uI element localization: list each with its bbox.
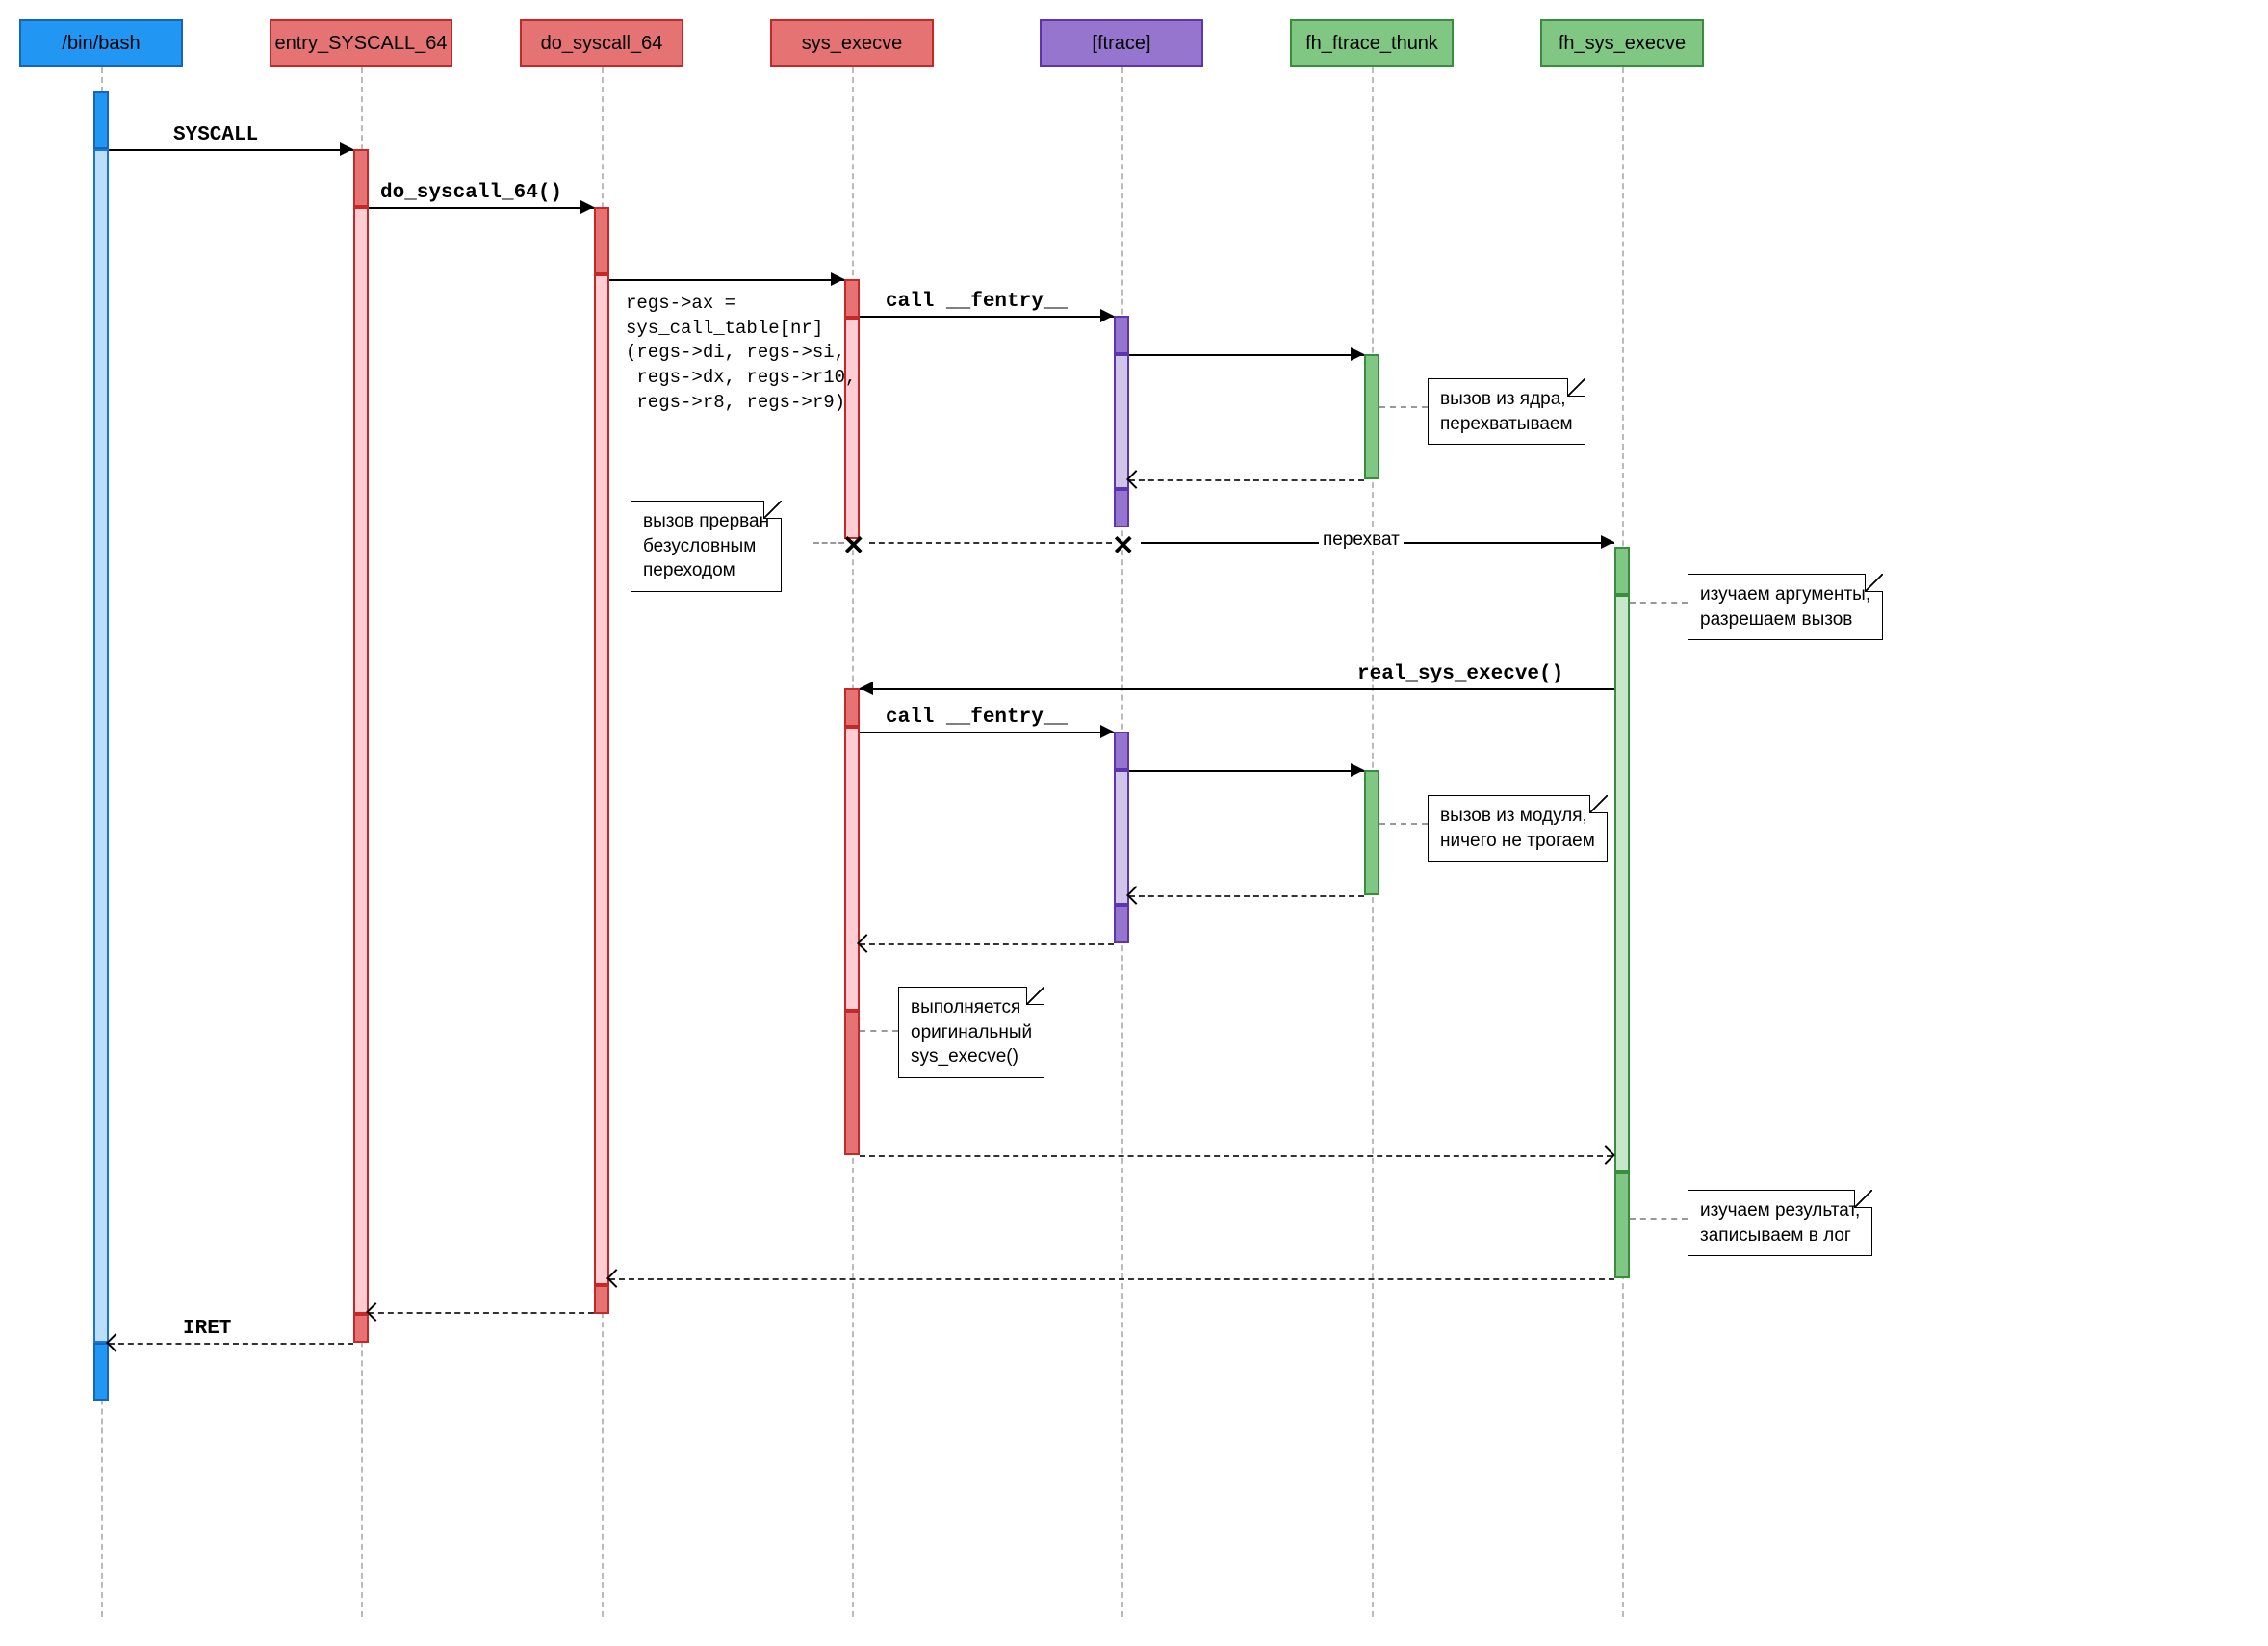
msg-fentry2-label: call __fentry__: [886, 707, 1068, 729]
msg-ftrace-thunk2-arrow: [1351, 763, 1364, 777]
msg-dosys-entry-ret-line: [369, 1312, 594, 1314]
participant-fh-sys-label: fh_sys_execve: [1559, 33, 1686, 55]
activation-entry-top: [353, 149, 369, 207]
participant-fh-thunk-label: fh_ftrace_thunk: [1305, 33, 1438, 55]
msg-iret-label: IRET: [183, 1318, 231, 1340]
msg-thunk-ftrace2-arrow: [1126, 886, 1146, 905]
activation-bash-bottom: [93, 1343, 109, 1401]
x-mark-sys-execve: ✕: [842, 529, 864, 561]
msg-fentry1-line: [860, 316, 1114, 318]
participant-ftrace: [ftrace]: [1040, 19, 1203, 67]
msg-fentry1-arrow: [1100, 309, 1114, 322]
msg-realsys-label: real_sys_execve(): [1357, 663, 1563, 685]
activation-dosys-top: [594, 207, 609, 274]
msg-dosyscall-label: do_syscall_64(): [380, 182, 562, 204]
msg-dosys-entry-ret-arrow: [366, 1302, 385, 1322]
note-inspect-args: изучаем аргументы, разрешаем вызов: [1688, 574, 1883, 640]
participant-bash: /bin/bash: [19, 19, 183, 67]
note4-connector: [1379, 823, 1428, 825]
msg-syscall-arrow: [340, 142, 353, 156]
msg-ftrace-thunk1-arrow: [1351, 347, 1364, 361]
activation-sysexecve-2-bottom: [844, 1011, 860, 1155]
participant-ftrace-label: [ftrace]: [1092, 33, 1150, 55]
activation-fhsys-top: [1614, 547, 1630, 595]
msg-sysexecve-fhsys-ret-line: [860, 1155, 1612, 1157]
activation-thunk-2: [1364, 770, 1379, 895]
activation-ftrace-1-body: [1114, 354, 1129, 489]
msg-x-x-line: [869, 542, 1112, 544]
msg-fentry2-arrow: [1100, 725, 1114, 738]
activation-thunk-1: [1364, 354, 1379, 479]
msg-ftrace-thunk1-line: [1129, 354, 1364, 356]
participant-sys-execve: sys_execve: [770, 19, 934, 67]
x-mark-ftrace: ✕: [1112, 529, 1134, 561]
activation-ftrace-2-top: [1114, 732, 1129, 770]
activation-sysexecve-2-body: [844, 727, 860, 1011]
msg-fhsys-dosys-ret-line: [609, 1278, 1614, 1280]
sequence-diagram: /bin/bash entry_SYSCALL_64 do_syscall_64…: [19, 19, 2249, 1627]
activation-ftrace-2-bottom: [1114, 905, 1129, 943]
note5-connector: [860, 1030, 898, 1032]
msg-syscall-line: [109, 149, 353, 151]
msg-sysexecve-fhsys-ret-arrow: [1596, 1145, 1615, 1165]
msg-regs-line: [609, 279, 844, 281]
participant-fh-ftrace-thunk: fh_ftrace_thunk: [1290, 19, 1454, 67]
activation-bash-body: [93, 149, 109, 1343]
msg-realsys-line: [860, 688, 1614, 690]
note3-connector: [1630, 602, 1688, 604]
note1-connector: [1379, 406, 1428, 408]
msg-ftrace-sysexecve-ret-line: [860, 943, 1114, 945]
msg-fentry1-label: call __fentry__: [886, 291, 1068, 313]
activation-ftrace-1-bottom: [1114, 489, 1129, 527]
participant-do-syscall: do_syscall_64: [520, 19, 683, 67]
note-inspect-result: изучаем результат, записываем в лог: [1688, 1190, 1872, 1256]
msg-realsys-arrow: [860, 682, 873, 695]
msg-iret-arrow: [106, 1333, 125, 1352]
activation-ftrace-2-body: [1114, 770, 1129, 905]
msg-syscall-label: SYSCALL: [173, 124, 258, 146]
note-module-call: вызов из модуля, ничего не трогаем: [1428, 795, 1608, 862]
msg-ftrace-sysexecve-ret-arrow: [857, 934, 876, 953]
note-call-interrupted: вызов прерван безусловным переходом: [631, 501, 782, 592]
msg-ftrace-thunk2-line: [1129, 770, 1364, 772]
activation-sysexecve-2-top: [844, 688, 860, 727]
msg-fentry2-line: [860, 732, 1114, 733]
activation-bash-top: [93, 91, 109, 149]
msg-perehvat-label: перехват: [1319, 529, 1404, 551]
msg-regs-label: regs->ax = sys_call_table[nr] (regs->di,…: [626, 292, 856, 415]
activation-fhsys-bottom: [1614, 1172, 1630, 1278]
participant-entry-syscall: entry_SYSCALL_64: [270, 19, 452, 67]
participant-fh-sys-execve: fh_sys_execve: [1540, 19, 1704, 67]
activation-ftrace-1-top: [1114, 316, 1129, 354]
msg-fhsys-dosys-ret-arrow: [606, 1269, 626, 1288]
activation-dosys-body: [594, 274, 609, 1285]
activation-fhsys-body: [1614, 595, 1630, 1172]
activation-entry-body: [353, 207, 369, 1314]
participant-do-syscall-label: do_syscall_64: [541, 33, 663, 55]
msg-thunk-ftrace1-line: [1129, 479, 1364, 481]
msg-regs-arrow: [831, 272, 844, 286]
msg-thunk-ftrace2-line: [1129, 895, 1364, 897]
activation-dosys-bottom: [594, 1285, 609, 1314]
msg-dosyscall-line: [369, 207, 594, 209]
note-kernel-call: вызов из ядра, перехватываем: [1428, 378, 1585, 445]
participant-entry-label: entry_SYSCALL_64: [274, 33, 447, 55]
participant-sys-execve-label: sys_execve: [802, 33, 903, 55]
msg-dosyscall-arrow: [580, 200, 594, 214]
activation-entry-bottom: [353, 1314, 369, 1343]
note-original-runs: выполняется оригинальный sys_execve(): [898, 987, 1044, 1078]
note2-connector: [813, 542, 844, 544]
participant-bash-label: /bin/bash: [62, 33, 140, 55]
note6-connector: [1630, 1218, 1688, 1220]
msg-perehvat-arrow: [1601, 535, 1614, 549]
msg-thunk-ftrace1-arrow: [1126, 470, 1146, 489]
msg-iret-line: [109, 1343, 353, 1345]
